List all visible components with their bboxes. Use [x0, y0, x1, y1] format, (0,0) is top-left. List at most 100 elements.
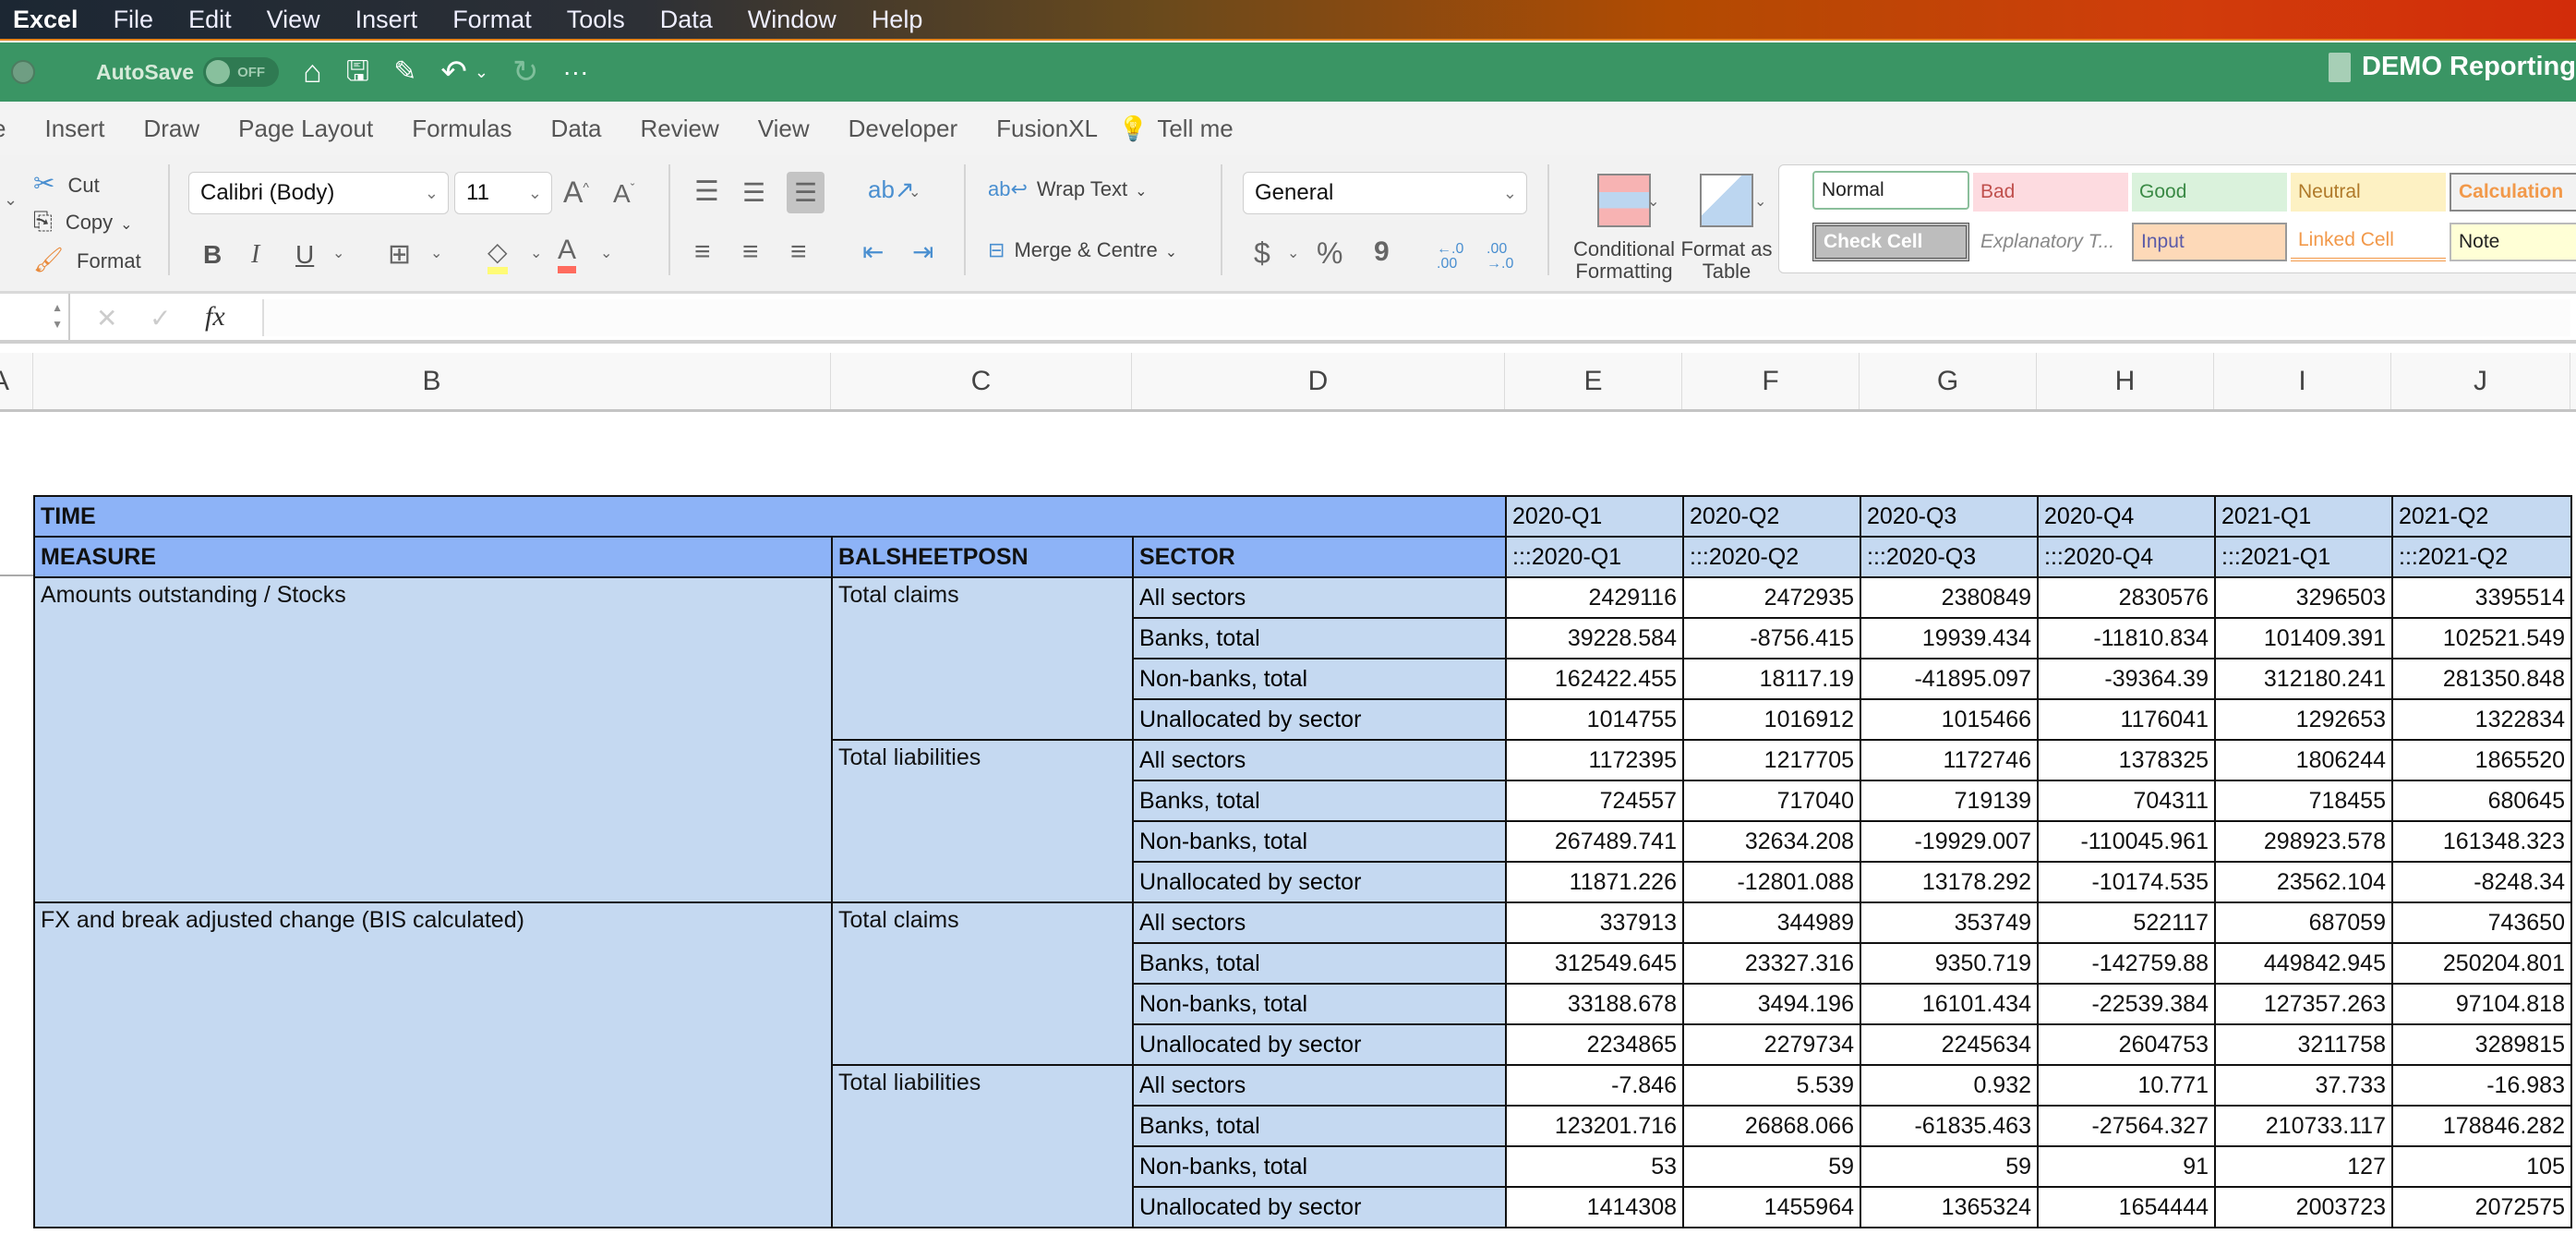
column-header-f[interactable]: F: [1682, 353, 1860, 409]
style-linked-cell[interactable]: Linked Cell: [2291, 223, 2446, 261]
sector-cell[interactable]: Banks, total: [1132, 780, 1507, 822]
tab-insert[interactable]: Insert: [44, 115, 104, 143]
period-cell[interactable]: 2020-Q2: [1682, 495, 1861, 538]
menu-format[interactable]: Format: [452, 6, 532, 34]
value-cell[interactable]: 178846.282: [2391, 1105, 2572, 1147]
redo-icon[interactable]: ↻: [512, 56, 539, 88]
value-cell[interactable]: 23327.316: [1682, 942, 1861, 985]
value-cell[interactable]: 2003723: [2214, 1186, 2393, 1228]
value-cell[interactable]: -19929.007: [1860, 820, 2039, 863]
value-cell[interactable]: 105: [2391, 1145, 2572, 1188]
comma-style-button[interactable]: 9: [1374, 236, 1390, 268]
tab-review[interactable]: Review: [640, 115, 718, 143]
value-cell[interactable]: 3289815: [2391, 1023, 2572, 1066]
value-cell[interactable]: 353749: [1860, 901, 2039, 944]
column-header-d[interactable]: D: [1132, 353, 1505, 409]
style-neutral[interactable]: Neutral: [2291, 173, 2446, 212]
value-cell[interactable]: 704311: [2037, 780, 2216, 822]
increase-indent-icon[interactable]: ⇥: [912, 236, 933, 267]
window-control-button[interactable]: [11, 60, 35, 84]
value-cell[interactable]: 717040: [1682, 780, 1861, 822]
column-header-j[interactable]: J: [2391, 353, 2570, 409]
name-box[interactable]: ▲ ▼: [0, 294, 70, 340]
value-cell[interactable]: 724557: [1505, 780, 1684, 822]
value-cell[interactable]: 1378325: [2037, 739, 2216, 781]
worksheet-grid[interactable]: TIME 2020-Q1 2020-Q2 2020-Q3 2020-Q4 202…: [0, 412, 2576, 1234]
value-cell[interactable]: 37.733: [2214, 1064, 2393, 1107]
value-cell[interactable]: 210733.117: [2214, 1105, 2393, 1147]
column-header-i[interactable]: I: [2214, 353, 2391, 409]
menu-help[interactable]: Help: [872, 6, 923, 34]
increase-decimal-button[interactable]: ←.0 .00: [1437, 242, 1474, 272]
sector-cell[interactable]: Non-banks, total: [1132, 658, 1507, 700]
value-cell[interactable]: 161348.323: [2391, 820, 2572, 863]
time-label-cell[interactable]: TIME: [33, 495, 1507, 538]
period-code-cell[interactable]: :::2020-Q1: [1505, 536, 1684, 578]
value-cell[interactable]: -11810.834: [2037, 617, 2216, 659]
column-header-e[interactable]: E: [1505, 353, 1682, 409]
align-right-icon[interactable]: ≡: [790, 236, 807, 268]
font-color-icon[interactable]: A: [558, 235, 577, 273]
autosave-toggle[interactable]: OFF: [203, 57, 280, 87]
value-cell[interactable]: 267489.741: [1505, 820, 1684, 863]
value-cell[interactable]: -12801.088: [1682, 861, 1861, 903]
formula-input[interactable]: [262, 299, 2570, 336]
value-cell[interactable]: -61835.463: [1860, 1105, 2039, 1147]
value-cell[interactable]: 1455964: [1682, 1186, 1861, 1228]
sector-cell[interactable]: Banks, total: [1132, 942, 1507, 985]
conditional-formatting-button[interactable]: Conditional Formatting: [1564, 174, 1684, 283]
underline-dropdown-icon[interactable]: ⌄: [332, 244, 344, 262]
balsheet-cell[interactable]: Total liabilities: [831, 1064, 1134, 1228]
align-left-icon[interactable]: ≡: [694, 236, 711, 268]
value-cell[interactable]: 19939.434: [1860, 617, 2039, 659]
value-cell[interactable]: 1015466: [1860, 698, 2039, 741]
value-cell[interactable]: 298923.578: [2214, 820, 2393, 863]
currency-button[interactable]: $: [1254, 236, 1270, 271]
value-cell[interactable]: -10174.535: [2037, 861, 2216, 903]
name-box-stepper-icon[interactable]: ▲ ▼: [52, 299, 63, 333]
currency-dropdown-icon[interactable]: ⌄: [1287, 244, 1299, 262]
value-cell[interactable]: 102521.549: [2391, 617, 2572, 659]
font-size-select[interactable]: 11 ⌄: [454, 172, 552, 214]
font-color-dropdown-icon[interactable]: ⌄: [600, 244, 612, 262]
style-good[interactable]: Good: [2132, 173, 2287, 212]
value-cell[interactable]: 32634.208: [1682, 820, 1861, 863]
sector-cell[interactable]: Unallocated by sector: [1132, 861, 1507, 903]
value-cell[interactable]: 718455: [2214, 780, 2393, 822]
period-code-cell[interactable]: :::2021-Q2: [2391, 536, 2572, 578]
fill-color-icon[interactable]: ◇: [488, 236, 508, 274]
sector-cell[interactable]: Non-banks, total: [1132, 820, 1507, 863]
period-code-cell[interactable]: :::2020-Q4: [2037, 536, 2216, 578]
value-cell[interactable]: -16.983: [2391, 1064, 2572, 1107]
menu-data[interactable]: Data: [660, 6, 713, 34]
decrease-indent-icon[interactable]: ⇤: [862, 236, 884, 267]
value-cell[interactable]: 2245634: [1860, 1023, 2039, 1066]
value-cell[interactable]: 1292653: [2214, 698, 2393, 741]
sector-cell[interactable]: Unallocated by sector: [1132, 698, 1507, 741]
sector-cell[interactable]: All sectors: [1132, 901, 1507, 944]
menu-file[interactable]: File: [114, 6, 154, 34]
period-cell[interactable]: 2020-Q3: [1860, 495, 2039, 538]
balsheet-cell[interactable]: Total liabilities: [831, 739, 1134, 903]
period-cell[interactable]: 2020-Q1: [1505, 495, 1684, 538]
align-center-icon[interactable]: ≡: [742, 236, 759, 268]
value-cell[interactable]: -142759.88: [2037, 942, 2216, 985]
insert-function-icon[interactable]: fx: [205, 301, 225, 333]
borders-dropdown-icon[interactable]: ⌄: [430, 244, 442, 262]
value-cell[interactable]: 687059: [2214, 901, 2393, 944]
value-cell[interactable]: 26868.066: [1682, 1105, 1861, 1147]
value-cell[interactable]: 3211758: [2214, 1023, 2393, 1066]
orientation-dropdown-icon[interactable]: ⌄: [909, 183, 921, 201]
column-header-g[interactable]: G: [1860, 353, 2037, 409]
value-cell[interactable]: 1322834: [2391, 698, 2572, 741]
value-cell[interactable]: 250204.801: [2391, 942, 2572, 985]
value-cell[interactable]: 522117: [2037, 901, 2216, 944]
value-cell[interactable]: 1014755: [1505, 698, 1684, 741]
sector-cell[interactable]: Banks, total: [1132, 1105, 1507, 1147]
style-check-cell[interactable]: Check Cell: [1812, 223, 1969, 261]
value-cell[interactable]: 9350.719: [1860, 942, 2039, 985]
decrease-font-size-icon[interactable]: Aˇ: [613, 179, 634, 209]
value-cell[interactable]: 1365324: [1860, 1186, 2039, 1228]
column-header-b[interactable]: B: [33, 353, 831, 409]
percent-button[interactable]: %: [1317, 236, 1342, 271]
